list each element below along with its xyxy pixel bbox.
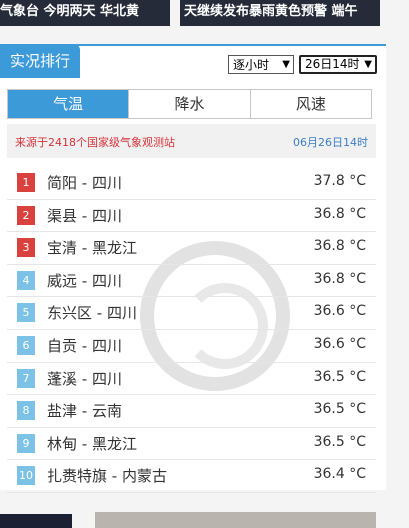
- list-item[interactable]: 10 扎赉特旗 - 内蒙古 36.4 °C: [7, 460, 376, 493]
- temperature-value: 36.5 °C: [313, 433, 366, 450]
- list-item[interactable]: 4 威远 - 四川 36.8 °C: [7, 265, 376, 298]
- station-name[interactable]: 渠县 - 四川: [47, 205, 122, 226]
- station-name[interactable]: 林甸 - 黑龙江: [47, 433, 137, 454]
- station-name[interactable]: 自贡 - 四川: [47, 335, 122, 356]
- news-banner-left[interactable]: 气象台 今明两天 华北黄: [0, 0, 170, 26]
- temperature-value: 36.6 °C: [313, 335, 366, 352]
- bottom-thumbnail-left[interactable]: [0, 514, 72, 528]
- list-item[interactable]: 7 蓬溪 - 四川 36.5 °C: [7, 363, 376, 396]
- bottom-thumbnail-right[interactable]: [95, 512, 376, 528]
- ranking-panel: 实况排行 逐小时 ▼ 26日14时 ▼ 气温 降水 风速 来源于2418个国家级…: [0, 44, 386, 493]
- temperature-value: 36.8 °C: [313, 270, 366, 287]
- list-item[interactable]: 1 简阳 - 四川 37.8 °C: [7, 167, 376, 200]
- source-text: 来源于2418个国家级气象观测站: [15, 136, 175, 149]
- station-name[interactable]: 东兴区 - 四川: [47, 302, 137, 323]
- hour-select[interactable]: 逐小时 ▼: [228, 55, 294, 74]
- source-bar: 来源于2418个国家级气象观测站 06月26日14时: [7, 124, 376, 158]
- rank-badge: 9: [17, 433, 35, 453]
- temperature-value: 36.6 °C: [313, 303, 366, 320]
- date-select[interactable]: 26日14时 ▼: [299, 55, 377, 74]
- date-select-value: 26日14时: [305, 57, 360, 71]
- temperature-value: 36.4 °C: [313, 466, 366, 483]
- list-item[interactable]: 3 宝清 - 黑龙江 36.8 °C: [7, 232, 376, 265]
- rank-badge: 5: [17, 303, 35, 323]
- list-item[interactable]: 5 东兴区 - 四川 36.6 °C: [7, 297, 376, 330]
- temperature-value: 36.5 °C: [313, 368, 366, 385]
- rank-badge: 8: [17, 401, 35, 421]
- news-banner-right[interactable]: 天继续发布暴雨黄色预警 端午: [180, 0, 380, 26]
- station-name[interactable]: 蓬溪 - 四川: [47, 368, 122, 389]
- rank-badge: 3: [17, 238, 35, 258]
- ranking-list: 1 简阳 - 四川 37.8 °C 2 渠县 - 四川 36.8 °C 3 宝清 - 黑龙江 3…: [7, 167, 376, 493]
- rank-badge: 2: [17, 205, 35, 225]
- tab-temperature[interactable]: 气温: [8, 90, 130, 118]
- list-item[interactable]: 2 渠县 - 四川 36.8 °C: [7, 200, 376, 233]
- station-name[interactable]: 盐津 - 云南: [47, 400, 122, 421]
- temperature-value: 37.8 °C: [313, 173, 366, 189]
- station-name[interactable]: 扎赉特旗 - 内蒙古: [47, 465, 167, 486]
- chevron-down-icon: ▼: [282, 59, 290, 70]
- station-name[interactable]: 宝清 - 黑龙江: [47, 237, 137, 258]
- temperature-value: 36.8 °C: [313, 205, 366, 222]
- station-name[interactable]: 威远 - 四川: [47, 270, 122, 291]
- metric-tabs: 气温 降水 风速: [7, 89, 372, 119]
- list-item[interactable]: 9 林甸 - 黑龙江 36.5 °C: [7, 428, 376, 461]
- rank-badge: 1: [17, 173, 35, 192]
- rank-badge: 7: [17, 368, 35, 388]
- tab-precipitation[interactable]: 降水: [129, 90, 251, 118]
- temperature-value: 36.8 °C: [313, 238, 366, 255]
- hour-select-value: 逐小时: [233, 58, 270, 72]
- chevron-down-icon: ▼: [364, 59, 372, 70]
- panel-title: 实况排行: [0, 44, 80, 78]
- observation-time: 06月26日14时: [293, 136, 368, 149]
- rank-badge: 10: [17, 466, 35, 486]
- list-item[interactable]: 6 自贡 - 四川 36.6 °C: [7, 330, 376, 363]
- list-item[interactable]: 8 盐津 - 云南 36.5 °C: [7, 395, 376, 428]
- station-name[interactable]: 简阳 - 四川: [47, 172, 122, 193]
- tab-wind-speed[interactable]: 风速: [250, 90, 371, 118]
- rank-badge: 6: [17, 335, 35, 355]
- rank-badge: 4: [17, 270, 35, 290]
- temperature-value: 36.5 °C: [313, 401, 366, 418]
